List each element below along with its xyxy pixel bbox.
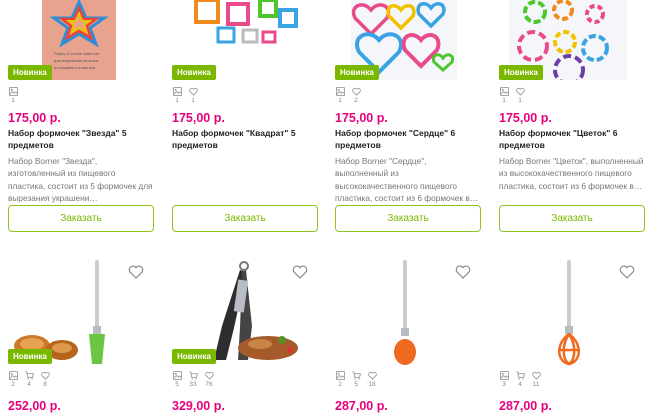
heart-icon <box>351 87 361 96</box>
new-badge: Новинка <box>499 65 543 80</box>
order-button[interactable]: Заказать <box>8 205 154 232</box>
product-price: 175,00 р. <box>8 111 61 125</box>
image-icon <box>172 87 182 96</box>
image-icon <box>172 371 182 380</box>
product-price: 175,00 р. <box>172 111 225 125</box>
product-title[interactable]: Набор формочек "Звезда" 5 предметов <box>8 127 148 151</box>
cart-icon <box>188 371 198 380</box>
product-title[interactable]: Набор формочек "Цветок" 6 предметов <box>499 127 639 151</box>
product-price: 175,00 р. <box>499 111 552 125</box>
cart-icon <box>351 371 361 380</box>
stat-photos: 2 <box>335 371 345 388</box>
stat-photos: 1 <box>335 87 345 104</box>
heart-icon <box>367 371 377 380</box>
favorite-heart-icon[interactable] <box>292 264 308 280</box>
order-button[interactable]: Заказать <box>499 205 645 232</box>
product-card-square[interactable]: Новинка 1 1 175,00 р. Набор формочек "Кв… <box>168 0 318 240</box>
new-badge: Новинка <box>172 349 216 364</box>
stat-favorites: 18 <box>367 371 377 388</box>
new-badge: Новинка <box>335 65 379 80</box>
stats: 3 4 11 <box>499 371 541 388</box>
heart-icon <box>204 371 214 380</box>
new-badge: Новинка <box>8 349 52 364</box>
stat-cart: 33 <box>188 371 198 388</box>
product-card-heart[interactable]: Новинка 1 2 175,00 р. Набор формочек "Се… <box>331 0 481 240</box>
stat-favorites: 76 <box>204 371 214 388</box>
stat-favorites: 1 <box>515 87 525 104</box>
favorite-heart-icon[interactable] <box>128 264 144 280</box>
stats: 1 1 <box>172 87 198 104</box>
favorite-heart-icon[interactable] <box>455 264 471 280</box>
product-card-spoon[interactable]: 2 5 18 287,00 р. <box>331 256 479 416</box>
heart-icon <box>40 371 50 380</box>
product-price: 287,00 р. <box>335 399 388 413</box>
svg-text:Pastry & cookie cutter set: Pastry & cookie cutter set <box>54 51 100 56</box>
stats: 5 33 76 <box>172 371 214 388</box>
product-description: Набор Borner "Цветок", выполненный из вы… <box>499 156 644 191</box>
stat-cart: 5 <box>351 371 361 388</box>
stat-photos: 2 <box>8 371 18 388</box>
heart-icon <box>531 371 541 380</box>
stat-favorites: 8 <box>40 371 50 388</box>
new-badge: Новинка <box>172 65 216 80</box>
cart-icon <box>24 371 34 380</box>
product-card-whisk[interactable]: 3 4 11 287,00 р. <box>495 256 643 416</box>
cart-icon <box>515 371 525 380</box>
stat-photos: 3 <box>499 371 509 388</box>
product-price: 252,00 р. <box>8 399 61 413</box>
product-price: 329,00 р. <box>172 399 225 413</box>
stat-favorites: 1 <box>188 87 198 104</box>
order-button[interactable]: Заказать <box>335 205 481 232</box>
new-badge: Новинка <box>8 65 52 80</box>
image-icon <box>335 87 345 96</box>
product-card-brush[interactable]: Новинка 2 4 8 252,00 р. <box>4 256 152 416</box>
stats: 2 4 8 <box>8 371 50 388</box>
product-description: Набор Borner "Сердце", выполненный из вы… <box>335 156 479 203</box>
product-title[interactable]: Набор формочек "Квадрат" 5 предметов <box>172 127 312 151</box>
stat-photos: 1 <box>499 87 509 104</box>
stat-cart: 4 <box>24 371 34 388</box>
image-icon <box>8 371 18 380</box>
stats: 1 1 <box>499 87 525 104</box>
stat-photos: 1 <box>8 87 18 104</box>
image-icon <box>8 87 18 96</box>
stat-favorites: 2 <box>351 87 361 104</box>
svg-text:для вырезания печенья: для вырезания печенья <box>54 58 98 63</box>
order-button[interactable]: Заказать <box>172 205 318 232</box>
stats: 1 <box>8 87 18 104</box>
stat-photos: 5 <box>172 371 182 388</box>
stat-favorites: 11 <box>531 371 541 388</box>
heart-icon <box>188 87 198 96</box>
stats: 1 2 <box>335 87 361 104</box>
product-card-tongs[interactable]: Новинка 5 33 76 329,00 р. <box>168 256 316 416</box>
stats: 2 5 18 <box>335 371 377 388</box>
favorite-heart-icon[interactable] <box>619 264 635 280</box>
product-price: 287,00 р. <box>499 399 552 413</box>
product-price: 175,00 р. <box>335 111 388 125</box>
stat-cart: 4 <box>515 371 525 388</box>
image-icon <box>499 371 509 380</box>
image-icon <box>335 371 345 380</box>
product-card-flower[interactable]: Новинка 1 1 175,00 р. Набор формочек "Цв… <box>495 0 645 240</box>
image-icon <box>499 87 509 96</box>
stat-photos: 1 <box>172 87 182 104</box>
product-description: Набор Borner "Звезда", изготовленный из … <box>8 156 153 203</box>
svg-text:из пищевого пластика: из пищевого пластика <box>54 65 96 70</box>
product-card-star[interactable]: Pastry & cookie cutter set для вырезания… <box>4 0 154 240</box>
product-title[interactable]: Набор формочек "Сердце" 6 предметов <box>335 127 475 151</box>
heart-icon <box>515 87 525 96</box>
